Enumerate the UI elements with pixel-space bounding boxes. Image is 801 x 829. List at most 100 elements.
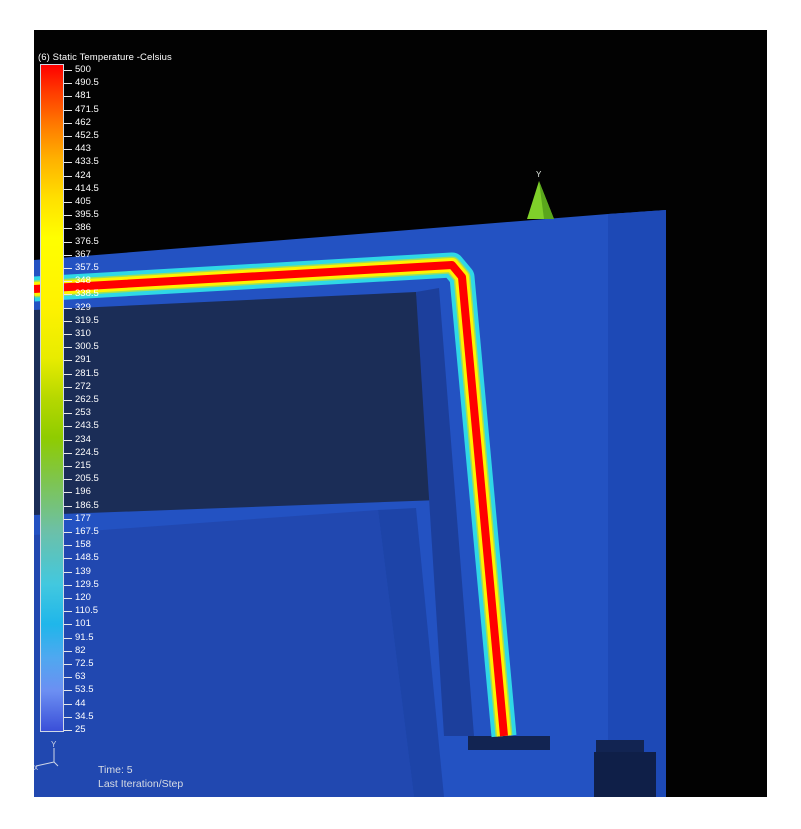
tick-label: 291	[75, 354, 91, 366]
tick-mark	[64, 228, 72, 230]
tick-mark	[64, 386, 72, 388]
tick-label: 196	[75, 486, 91, 498]
tick-mark	[64, 175, 72, 177]
tick-label: 63	[75, 671, 86, 683]
tick-label: 82	[75, 644, 86, 656]
tick-label: 25	[75, 724, 86, 735]
tick-label: 101	[75, 618, 91, 630]
tick-mark	[64, 624, 72, 626]
tick-label: 319.5	[75, 314, 99, 326]
tick-label: 205.5	[75, 473, 99, 485]
tick-mark	[64, 136, 72, 137]
tick-mark	[64, 307, 72, 309]
tick-label: 300.5	[75, 341, 99, 353]
tick-mark	[64, 466, 72, 467]
tick-mark	[64, 149, 72, 151]
tick-label: 367	[75, 248, 91, 260]
tick-label: 348	[75, 275, 91, 287]
tick-mark	[64, 571, 72, 573]
tick-mark	[64, 637, 72, 639]
tick-label: 452.5	[75, 130, 99, 141]
tick-label: 224.5	[75, 446, 99, 458]
tick-mark	[64, 122, 72, 124]
tick-label: 414.5	[75, 182, 99, 194]
tick-mark	[64, 202, 72, 203]
tick-mark	[64, 650, 72, 652]
tick-label: 158	[75, 539, 91, 551]
tick-label: 376.5	[75, 235, 99, 247]
tick-mark	[64, 598, 72, 599]
tick-mark	[64, 690, 72, 692]
tick-label: 395.5	[75, 209, 99, 221]
tick-label: 186.5	[75, 499, 99, 511]
tick-mark	[64, 716, 72, 718]
tick-label: 44	[75, 697, 86, 709]
tick-mark	[64, 334, 72, 335]
tick-label: 357.5	[75, 262, 99, 273]
tick-mark	[64, 677, 72, 679]
tick-label: 329	[75, 301, 91, 313]
tick-label: 243.5	[75, 420, 99, 432]
tick-mark	[64, 492, 72, 494]
tick-label: 253	[75, 407, 91, 419]
legend-title: (6) Static Temperature -Celsius	[38, 52, 172, 63]
tick-mark	[64, 347, 72, 349]
tick-mark	[64, 373, 72, 375]
tick-mark	[64, 215, 72, 217]
tick-mark	[64, 426, 72, 428]
tick-mark	[64, 664, 72, 665]
model-bottom-dark	[594, 752, 656, 797]
tick-label: 53.5	[75, 684, 94, 696]
model-right-face	[608, 210, 666, 797]
tick-mark	[64, 188, 72, 190]
tick-label: 129.5	[75, 578, 99, 590]
tick-mark	[64, 584, 72, 586]
tick-label: 386	[75, 222, 91, 234]
tick-mark	[64, 281, 72, 283]
tick-label: 481	[75, 90, 91, 102]
tick-label: 72.5	[75, 658, 94, 669]
tick-label: 338.5	[75, 288, 99, 300]
tick-mark	[64, 400, 72, 401]
tick-label: 405	[75, 196, 91, 207]
colorbar	[40, 64, 64, 732]
tick-mark	[64, 452, 72, 454]
tick-mark	[64, 162, 72, 164]
tick-label: 262.5	[75, 394, 99, 405]
tick-label: 148.5	[75, 552, 99, 564]
tick-label: 177	[75, 512, 91, 524]
tick-mark	[64, 479, 72, 481]
model-bottom-slot-left	[468, 736, 550, 750]
model-render	[34, 181, 666, 797]
tick-mark	[64, 413, 72, 415]
tick-mark	[64, 96, 72, 98]
tick-mark	[64, 703, 72, 705]
triad-y-label: Y	[51, 740, 57, 749]
tick-label: 234	[75, 433, 91, 445]
tick-mark	[64, 439, 72, 441]
view-axis-label: Y	[536, 170, 542, 179]
tick-label: 281.5	[75, 367, 99, 379]
tick-mark	[64, 241, 72, 243]
tick-mark	[64, 83, 72, 85]
tick-mark	[64, 294, 72, 296]
tick-label: 215	[75, 460, 91, 471]
tick-mark	[64, 268, 72, 269]
tick-mark	[64, 109, 72, 111]
tick-mark	[64, 532, 72, 533]
tick-label: 310	[75, 328, 91, 339]
tick-label: 433.5	[75, 156, 99, 168]
tick-label: 500	[75, 64, 91, 75]
tick-mark	[64, 730, 72, 731]
tick-label: 462	[75, 116, 91, 128]
tick-label: 34.5	[75, 710, 94, 722]
tick-label: 471.5	[75, 103, 99, 115]
3d-viewport[interactable]: Y (6) Static Temperature -Celsius 500 490…	[34, 30, 767, 797]
tick-mark	[64, 254, 72, 256]
tick-label: 120	[75, 592, 91, 603]
tick-label: 272	[75, 380, 91, 392]
tick-mark	[64, 518, 72, 520]
tick-mark	[64, 360, 72, 362]
tick-label: 110.5	[75, 605, 99, 617]
tick-mark	[64, 558, 72, 560]
